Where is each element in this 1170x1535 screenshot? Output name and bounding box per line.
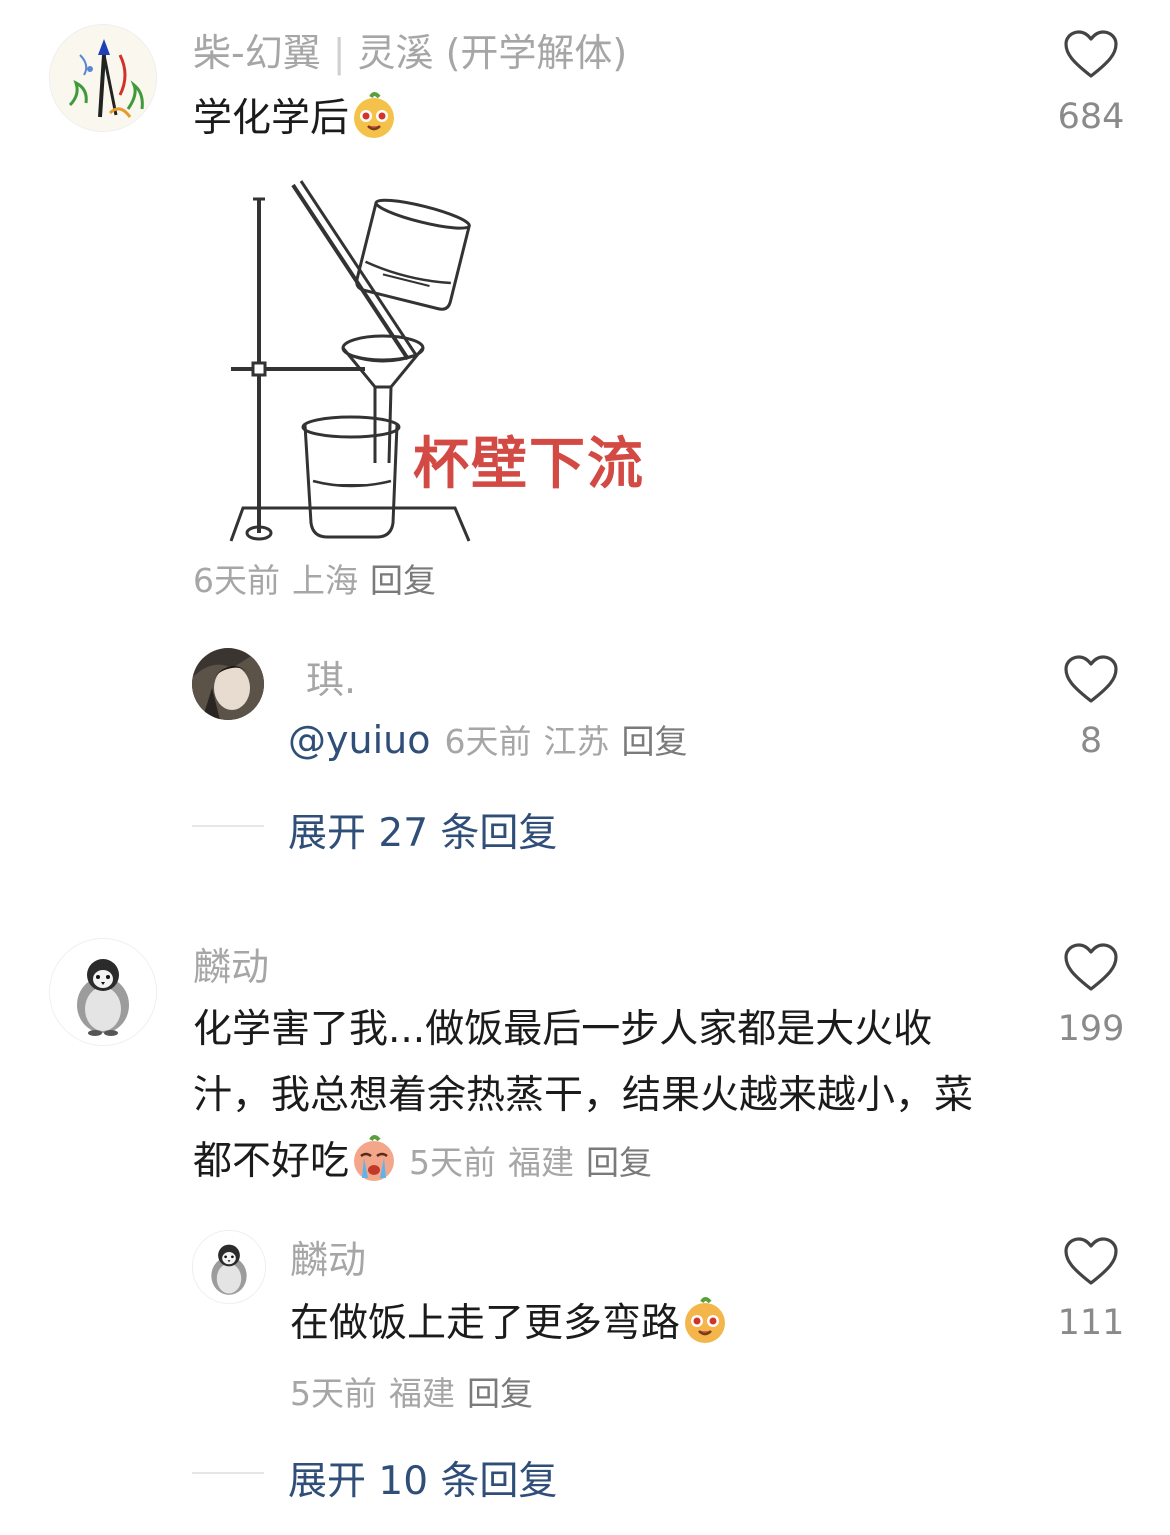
comment-time: 5天前 [290,1374,377,1413]
like-button[interactable] [1063,1237,1119,1291]
expand-replies-button[interactable]: 展开 27 条回复 [288,802,557,858]
user-avatar[interactable] [49,24,157,132]
like-button[interactable] [1063,30,1119,84]
avatar-drawing-icon [50,25,156,131]
expand-divider [192,825,264,827]
expand-divider [192,1472,264,1474]
comment-location: 江苏 [543,722,610,761]
like-count: 684 [1057,97,1125,137]
sparkle-face-emoji-icon [349,91,399,141]
like-button[interactable] [1063,655,1119,709]
divider: | [332,31,346,75]
user-avatar[interactable] [192,1230,266,1304]
like-count: 111 [1057,1303,1125,1343]
heart-icon [1064,1237,1118,1285]
expand-replies-button[interactable]: 展开 10 条回复 [288,1450,557,1506]
username[interactable]: 琪. [306,657,356,703]
comment-text-row: 化学害了我...做饭最后一步人家都是大火收汁，我总想着余热蒸干，结果火越来越小，… [193,997,993,1195]
sub-reply-meta: @yuiuo 6天前 江苏 回复 [288,718,699,764]
comment-location: 福建 [389,1374,455,1413]
username[interactable]: 柴-幻翼 [193,31,321,75]
comment-location: 上海 [292,561,358,600]
comment-text-row: 在做饭上走了更多弯路 [290,1291,730,1357]
crying-face-emoji-icon [349,1134,399,1184]
user-avatar[interactable] [49,938,157,1046]
comment-location: 福建 [508,1143,575,1182]
comment-image[interactable]: 杯壁下流 [193,163,653,543]
penguin-icon [193,1231,265,1303]
comment-time: 6天前 [193,561,280,600]
reply-button[interactable]: 回复 [621,722,687,761]
comment-time: 6天前 [444,722,532,761]
user-avatar[interactable] [192,648,264,720]
comment-meta: 6天前 上海 回复 [193,559,448,603]
username[interactable]: 麟动 [193,944,269,990]
sub-reply-meta: 5天前 福建 回复 [290,1372,545,1416]
reply-button[interactable]: 回复 [370,561,436,600]
like-button[interactable] [1063,943,1119,997]
heart-icon [1064,655,1118,703]
username[interactable]: 麟动 [290,1237,366,1283]
like-count: 8 [1079,721,1103,761]
comment-text-row: 学化学后 [193,86,399,152]
sparkle-face-emoji-icon [680,1296,730,1346]
like-count: 199 [1057,1009,1125,1049]
mention-link[interactable]: @yuiuo [288,718,430,762]
image-caption: 杯壁下流 [413,432,645,497]
comment-text: 在做饭上走了更多弯路 [290,1301,681,1346]
user-extra: 灵溪 (开学解体) [357,31,628,75]
reply-button[interactable]: 回复 [467,1374,533,1413]
reply-button[interactable]: 回复 [586,1143,652,1182]
comment-time: 5天前 [409,1143,497,1182]
heart-icon [1064,30,1118,78]
heart-icon [1064,943,1118,991]
comment-text: 学化学后 [193,96,350,141]
penguin-icon [50,939,156,1045]
avatar-photo-icon [192,648,264,720]
